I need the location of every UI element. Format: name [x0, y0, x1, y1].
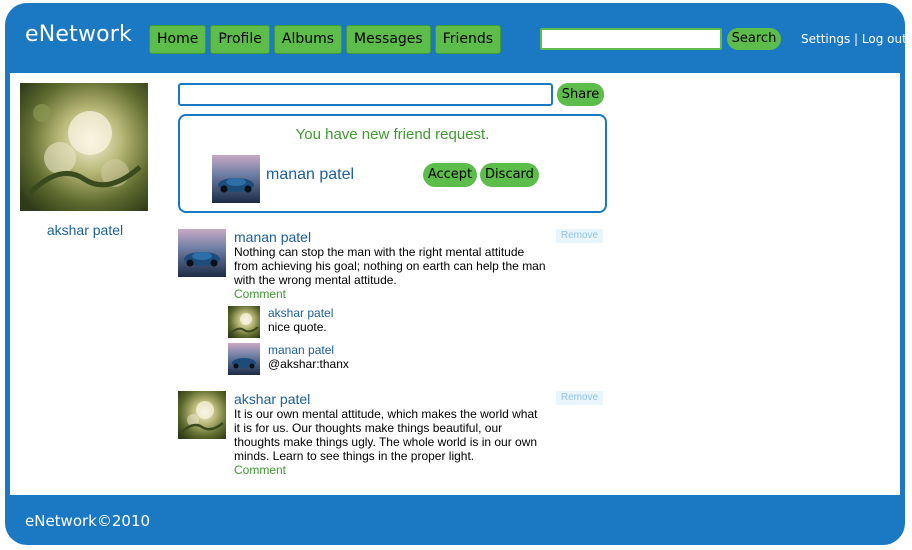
post-text: Nothing can stop the man with the right … [234, 245, 546, 287]
share-button[interactable]: Share [557, 83, 604, 106]
comment-author-avatar[interactable] [228, 343, 260, 375]
nav-albums-button[interactable]: Albums [273, 25, 343, 54]
profile-avatar[interactable] [20, 83, 148, 211]
post-author-link[interactable]: manan patel [234, 229, 311, 245]
remove-post-button[interactable]: Remove [556, 229, 603, 243]
comment-author-link[interactable]: manan patel [268, 343, 334, 357]
friend-request-box: You have new friend request. manan patel… [178, 114, 607, 213]
main-nav: Home Profile Albums Messages Friends [149, 25, 502, 54]
comment-author-avatar[interactable] [228, 306, 260, 338]
post-author-avatar[interactable] [178, 391, 226, 439]
comment-item: akshar patel nice quote. [228, 306, 528, 340]
discard-button[interactable]: Discard [480, 163, 539, 187]
requester-name-link[interactable]: manan patel [266, 166, 354, 184]
comment-text: nice quote. [268, 320, 327, 334]
friend-request-title: You have new friend request. [295, 126, 490, 143]
account-links: Settings | Log out [801, 32, 907, 46]
nav-profile-button[interactable]: Profile [210, 25, 270, 54]
nav-messages-button[interactable]: Messages [346, 25, 431, 54]
post-author-link[interactable]: akshar patel [234, 391, 310, 407]
link-separator: | [854, 32, 859, 46]
accept-button[interactable]: Accept [423, 163, 477, 187]
feed-post: manan patel Nothing can stop the man wit… [178, 229, 608, 379]
post-author-avatar[interactable] [178, 229, 226, 277]
footer-copyright: eNetwork©2010 [25, 512, 151, 530]
nav-friends-button[interactable]: Friends [434, 25, 502, 54]
status-share-input[interactable] [178, 83, 553, 106]
comment-link[interactable]: Comment [234, 463, 286, 477]
remove-post-button[interactable]: Remove [556, 391, 603, 405]
comment-item: manan patel @akshar:thanx [228, 343, 528, 377]
search-input[interactable] [540, 28, 722, 50]
profile-name-link[interactable]: akshar patel [20, 222, 150, 238]
settings-link[interactable]: Settings [801, 32, 850, 46]
nav-home-button[interactable]: Home [149, 25, 207, 54]
requester-avatar[interactable] [212, 155, 260, 203]
search-button[interactable]: Search [727, 28, 781, 50]
comment-text: @akshar:thanx [268, 357, 349, 371]
logout-link[interactable]: Log out [862, 32, 907, 46]
site-logo[interactable]: eNetwork [25, 22, 132, 47]
post-text: It is our own mental attitude, which mak… [234, 407, 538, 463]
feed-post: akshar patel It is our own mental attitu… [178, 391, 608, 481]
comment-author-link[interactable]: akshar patel [268, 306, 333, 320]
comment-link[interactable]: Comment [234, 287, 286, 301]
